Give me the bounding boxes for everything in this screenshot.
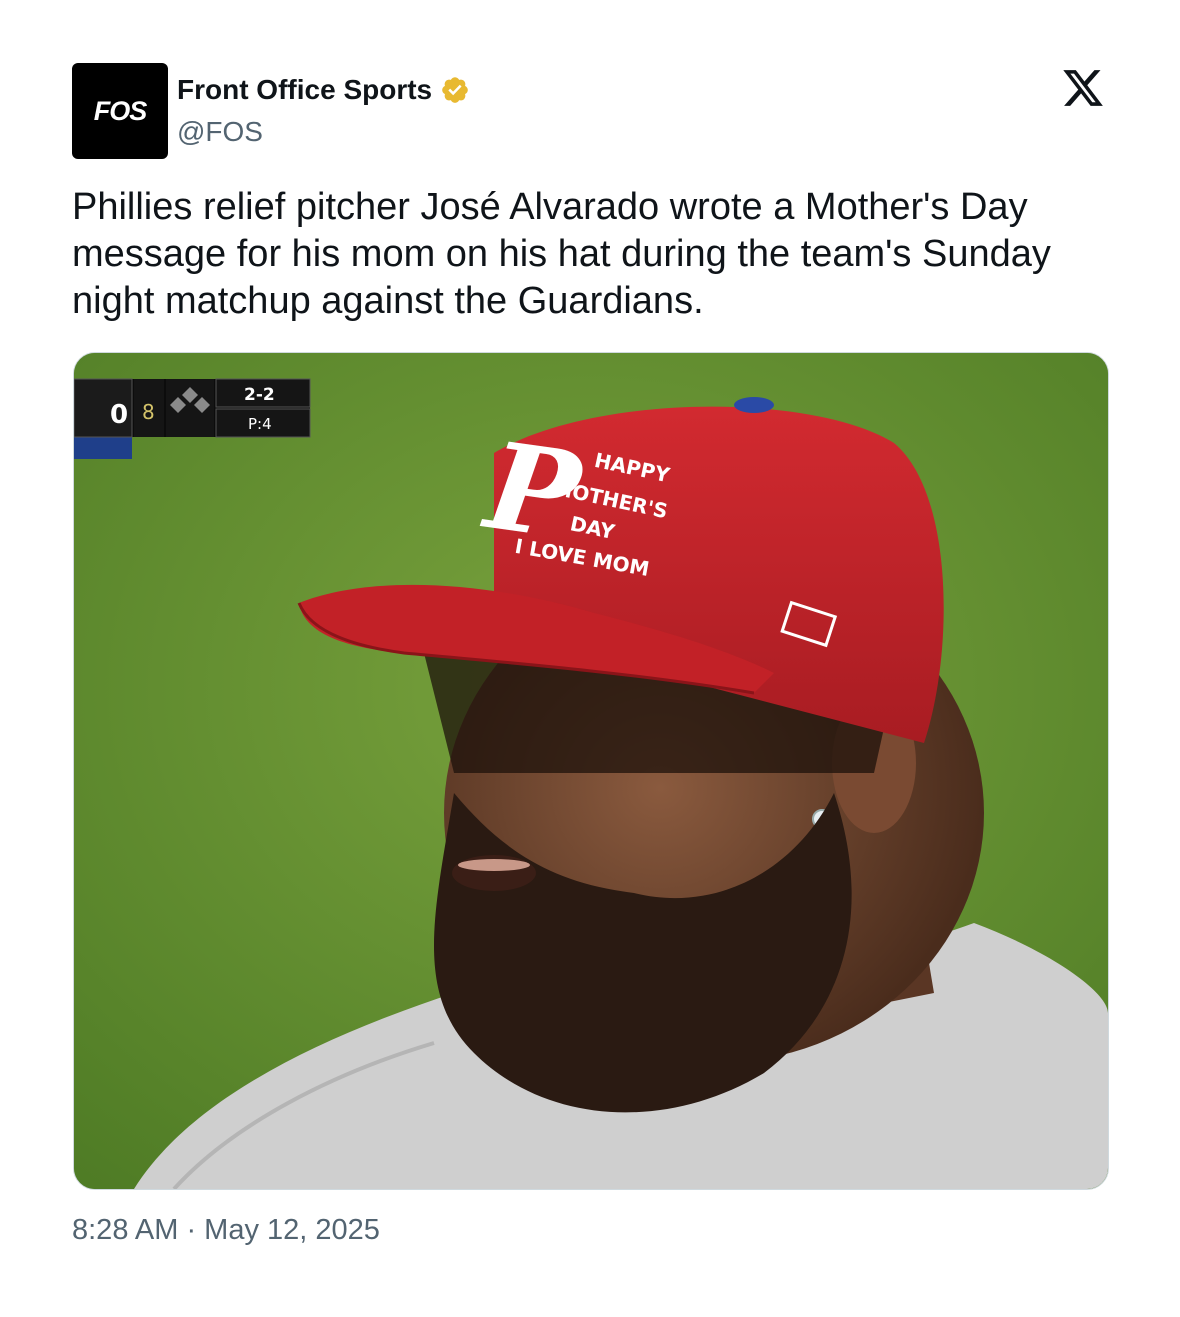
- tweet-photo[interactable]: P HAPPY MOTHER'S DAY I LOVE MOM 0 8 2-2 …: [73, 352, 1109, 1190]
- display-name[interactable]: Front Office Sports: [177, 74, 432, 106]
- scorebug-score: 0: [110, 400, 128, 430]
- scorebug-count: 2-2: [244, 385, 275, 405]
- scorebug-inning: 8: [142, 400, 155, 424]
- tweet-timestamp[interactable]: 8:28 AM · May 12, 2025: [72, 1214, 380, 1247]
- photo-canvas: P HAPPY MOTHER'S DAY I LOVE MOM 0 8 2-2 …: [74, 353, 1108, 1189]
- scorebug-pitches: P:4: [248, 415, 272, 433]
- author-name-row: Front Office Sports: [177, 72, 470, 108]
- author-handle[interactable]: @FOS: [177, 116, 263, 148]
- x-logo-icon[interactable]: [1060, 66, 1106, 110]
- avatar[interactable]: FOS: [72, 63, 168, 159]
- avatar-text: FOS: [93, 95, 148, 126]
- tweet-text: Phillies relief pitcher José Alvarado wr…: [72, 186, 1051, 322]
- verified-badge-icon: [442, 77, 468, 103]
